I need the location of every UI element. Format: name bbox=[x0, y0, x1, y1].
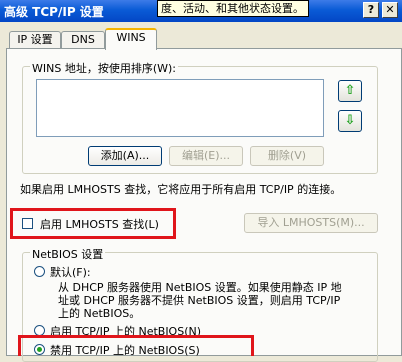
netbios-default-radio[interactable] bbox=[34, 266, 45, 277]
wins-group-label: WINS 地址，按使用排序(W): bbox=[30, 60, 178, 76]
highlight-box-netbios bbox=[18, 335, 254, 356]
move-up-button[interactable]: ⇧ bbox=[338, 80, 362, 102]
netbios-default-desc-3: 上的 NetBIOS。 bbox=[58, 307, 141, 320]
netbios-default-label[interactable]: 默认(F): bbox=[50, 264, 91, 280]
close-button[interactable]: ✕ bbox=[382, 2, 398, 18]
highlight-box-lmhosts bbox=[10, 208, 176, 239]
import-lmhosts-button[interactable]: 导入 LMHOSTS(M)... bbox=[244, 213, 378, 233]
wins-address-list[interactable] bbox=[36, 79, 324, 137]
move-down-button[interactable]: ⇩ bbox=[338, 110, 362, 132]
netbios-group-label: NetBIOS 设置 bbox=[30, 246, 106, 262]
arrow-down-icon: ⇩ bbox=[344, 113, 356, 128]
tooltip: 度、活动、和其他状态设置。 bbox=[157, 0, 309, 17]
tab-wins[interactable]: WINS bbox=[105, 28, 157, 50]
arrow-up-icon: ⇧ bbox=[344, 83, 356, 98]
window-title: 高级 TCP/IP 设置 bbox=[4, 5, 104, 19]
lmhosts-info-text: 如果启用 LMHOSTS 查找，它将应用于所有启用 TCP/IP 的连接。 bbox=[20, 183, 342, 196]
help-button[interactable]: ? bbox=[363, 2, 379, 18]
tab-ip-settings[interactable]: IP 设置 bbox=[9, 31, 61, 49]
tab-dns[interactable]: DNS bbox=[61, 31, 105, 49]
delete-button[interactable]: 删除(V) bbox=[250, 146, 324, 166]
edit-button[interactable]: 编辑(E)... bbox=[169, 146, 243, 166]
add-button[interactable]: 添加(A)... bbox=[88, 146, 162, 166]
